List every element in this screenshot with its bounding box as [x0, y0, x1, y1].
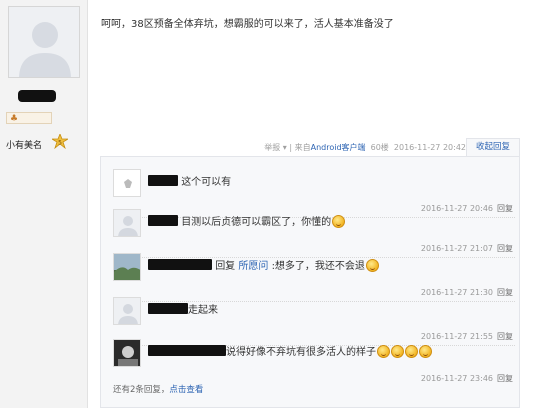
client-link[interactable]: Android客户端 — [311, 143, 366, 152]
reply-meta: 2016-11-27 23:46 回复 — [421, 373, 513, 384]
reply-content: 回复 所愿问 :想多了，我还不会退 — [148, 257, 379, 272]
redacted-username — [18, 90, 56, 102]
reply-time: 2016-11-27 21:55 — [420, 332, 493, 341]
reply-text: :想多了，我还不会退 — [271, 261, 365, 272]
redacted-username — [148, 259, 212, 270]
reply-meta: 2016-11-27 20:46 回复 — [421, 203, 513, 214]
author-sidebar: ♣ 小有美名 5 — [0, 0, 88, 408]
smiley-emoji-icon — [405, 345, 418, 358]
reply-time: 2016-11-27 21:30 — [420, 288, 493, 297]
redacted-username — [148, 345, 226, 356]
reply-meta: 2016-11-27 21:55 回复 — [421, 331, 513, 342]
medal-icon: 5 — [52, 134, 68, 150]
floor-number: 60楼 — [370, 143, 389, 152]
post-tail-bar: 举报 ▾ | 来自Android客户端 60楼 2016-11-27 20:42… — [100, 138, 540, 156]
collapse-replies-button[interactable]: 收起回复 — [466, 138, 520, 156]
reply-meta: 2016-11-27 21:30 回复 — [421, 287, 513, 298]
post-meta: 举报 ▾ | 来自Android客户端 60楼 2016-11-27 20:42 — [264, 142, 466, 153]
user-avatar-icon[interactable] — [8, 6, 80, 78]
reply-text: 走起来 — [188, 305, 218, 316]
reply-meta: 2016-11-27 21:07 回复 — [421, 243, 513, 254]
source-prefix: 来自 — [294, 143, 311, 152]
report-link[interactable]: 举报 ▾ | — [264, 143, 292, 152]
smiley-emoji-icon — [332, 215, 346, 228]
post-content: 呵呵，38区预备全体弃坑，想霸服的可以来了，活人基本准备没了 — [101, 19, 394, 30]
redacted-username — [148, 303, 188, 314]
reply-time: 2016-11-27 23:46 — [420, 374, 493, 383]
user-title: 小有美名 — [6, 141, 43, 151]
more-replies: 还有2条回复，点击查看 — [113, 383, 203, 395]
reply-content: 走起来 — [148, 301, 218, 316]
smiley-emoji-icon — [419, 345, 432, 358]
smiley-emoji-icon — [391, 345, 404, 358]
smiley-emoji-icon — [377, 345, 390, 358]
reply-button[interactable]: 回复 — [497, 288, 513, 297]
reply-button[interactable]: 回复 — [497, 204, 513, 213]
reply-avatar[interactable] — [113, 253, 141, 281]
smiley-emoji-icon — [365, 259, 379, 272]
reply-to-user-link[interactable]: 所愿问 — [238, 261, 268, 272]
svg-text:5: 5 — [58, 140, 62, 147]
reply-button[interactable]: 回复 — [497, 374, 513, 383]
reply-panel: 这个可以有 2016-11-27 20:46 回复 目测以后贞德可以霸区了，你懂的… — [100, 156, 520, 408]
reply-avatar[interactable] — [113, 339, 141, 367]
reply-avatar[interactable] — [113, 297, 141, 325]
post-time: 2016-11-27 20:42 — [393, 143, 466, 152]
view-more-link[interactable]: 点击查看 — [169, 385, 203, 395]
reply-text: 目测以后贞德可以霸区了，你懂的 — [181, 217, 332, 228]
reply-label: 回复 — [215, 261, 236, 272]
reply-avatar[interactable] — [113, 209, 141, 237]
redacted-username — [148, 215, 178, 226]
reply-content: 说得好像不弃坑有很多活人的样子 — [148, 343, 432, 358]
level-badge[interactable]: ♣ — [6, 112, 52, 124]
reply-content: 这个可以有 — [148, 173, 231, 188]
reply-text: 说得好像不弃坑有很多活人的样子 — [226, 347, 376, 358]
reply-avatar[interactable] — [113, 169, 141, 197]
redacted-username — [148, 175, 178, 186]
reply-content: 目测以后贞德可以霸区了，你懂的 — [148, 213, 346, 228]
reply-time: 2016-11-27 20:46 — [420, 204, 493, 213]
level-badge-icon: ♣ — [10, 114, 19, 124]
reply-button[interactable]: 回复 — [497, 332, 513, 341]
reply-button[interactable]: 回复 — [497, 244, 513, 253]
reply-time: 2016-11-27 21:07 — [420, 244, 493, 253]
reply-text: 这个可以有 — [181, 177, 232, 188]
more-replies-count: 还有2条回复， — [113, 385, 170, 395]
